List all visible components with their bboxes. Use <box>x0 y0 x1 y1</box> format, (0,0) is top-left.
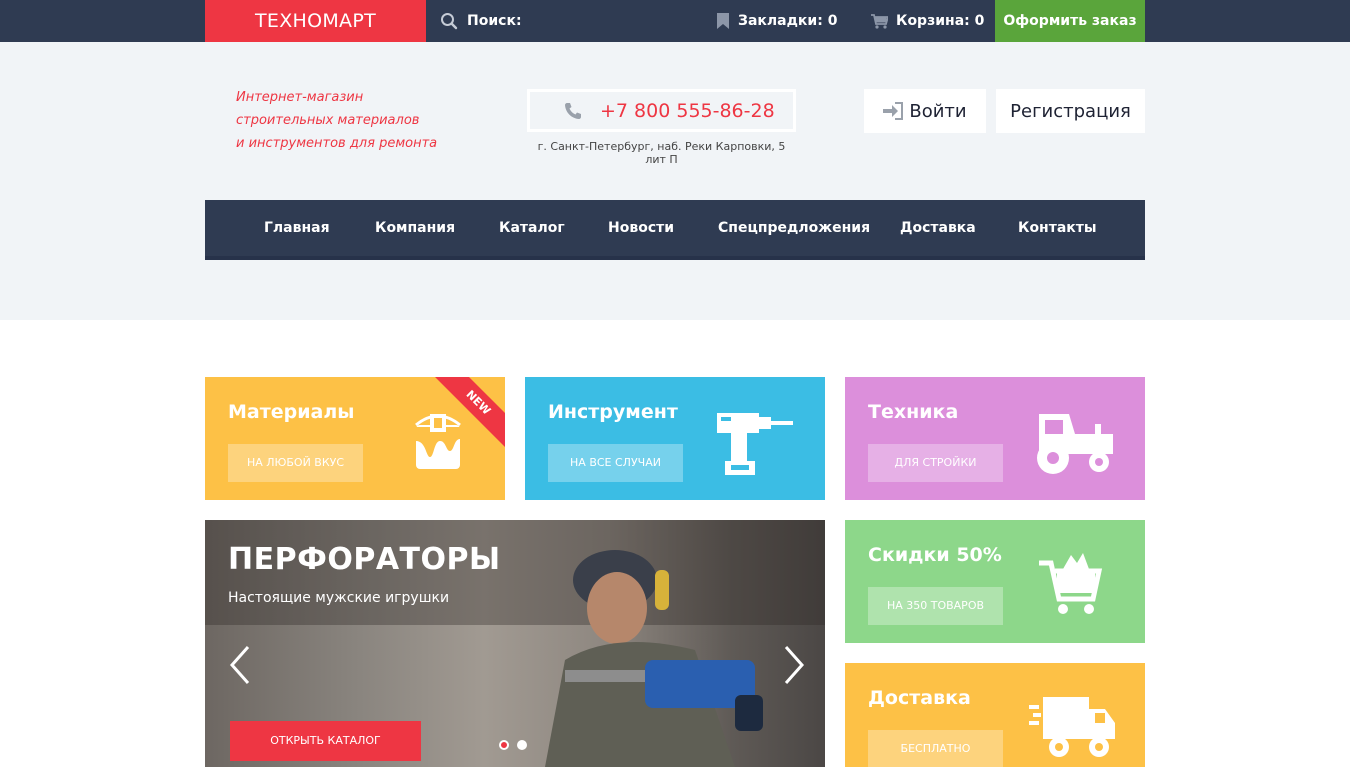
search-label: Поиск: <box>467 13 522 29</box>
tile-button[interactable]: БЕСПЛАТНО <box>868 730 1003 767</box>
tile-button[interactable]: ДЛЯ СТРОЙКИ <box>868 444 1003 482</box>
site-logo[interactable]: ТЕХНОМАРТ <box>205 0 426 46</box>
register-button[interactable]: Регистрация <box>996 89 1145 133</box>
search-icon <box>441 13 458 30</box>
cart-link[interactable]: Корзина: 0 <box>871 0 984 42</box>
tile-button[interactable]: НА ВСЕ СЛУЧАИ <box>548 444 683 482</box>
cart-label: Корзина: 0 <box>896 13 985 29</box>
bookmark-icon <box>717 13 729 29</box>
open-catalog-button[interactable]: ОТКРЫТЬ КАТАЛОГ <box>230 721 421 761</box>
tile-title: Доставка <box>868 687 971 709</box>
bookmarks-link[interactable]: Закладки: 0 <box>716 0 837 42</box>
slider-next-arrow-icon[interactable] <box>782 645 806 685</box>
nav-item-company[interactable]: Компания <box>375 220 455 236</box>
drill-icon <box>717 413 793 475</box>
site-tagline: Интернет-магазин строительных материалов… <box>236 86 486 155</box>
phone-number: +7 800 555-86-28 <box>600 99 775 122</box>
nav-item-news[interactable]: Новости <box>608 220 674 236</box>
tile-tools[interactable]: Инструмент НА ВСЕ СЛУЧАИ <box>525 377 825 500</box>
cart-icon <box>871 13 888 29</box>
phone-box[interactable]: +7 800 555-86-28 <box>527 89 796 132</box>
checkout-button[interactable]: Оформить заказ <box>995 0 1145 42</box>
paint-bucket-icon <box>415 414 461 469</box>
tile-button[interactable]: НА ЛЮБОЙ ВКУС <box>228 444 363 482</box>
slider-title: ПЕРФОРАТОРЫ <box>228 542 501 577</box>
tile-delivery[interactable]: Доставка БЕСПЛАТНО <box>845 663 1145 767</box>
tile-title: Инструмент <box>548 401 678 423</box>
shopping-cart-icon <box>1039 553 1103 614</box>
nav-item-catalog[interactable]: Каталог <box>499 220 565 236</box>
tile-title: Техника <box>868 401 959 423</box>
slider-prev-arrow-icon[interactable] <box>228 645 252 685</box>
tractor-icon <box>1037 414 1113 474</box>
tile-discounts[interactable]: Скидки 50% НА 350 ТОВАРОВ <box>845 520 1145 643</box>
phone-icon <box>565 102 581 119</box>
nav-item-home[interactable]: Главная <box>264 220 330 236</box>
slider-dots <box>499 740 527 750</box>
top-bar <box>0 0 1350 42</box>
main-nav: Главная Компания Каталог Новости Спецпре… <box>205 200 1145 260</box>
login-icon <box>883 102 904 120</box>
nav-item-contacts[interactable]: Контакты <box>1018 220 1097 236</box>
tagline-line: Интернет-магазин <box>236 90 364 105</box>
login-label: Войти <box>909 100 967 122</box>
search-field[interactable]: Поиск: <box>440 0 522 42</box>
promo-slider: ПЕРФОРАТОРЫ Настоящие мужские игрушки ОТ… <box>205 520 825 767</box>
tile-machinery[interactable]: Техника ДЛЯ СТРОЙКИ <box>845 377 1145 500</box>
store-address: г. Санкт-Петербург, наб. Реки Карповки, … <box>537 140 786 166</box>
tile-title: Материалы <box>228 401 355 423</box>
nav-item-special-offers[interactable]: Спецпредложения <box>718 220 870 236</box>
delivery-truck-icon <box>1029 697 1115 757</box>
slider-subtitle: Настоящие мужские игрушки <box>228 590 450 606</box>
tile-title: Скидки 50% <box>868 544 1002 566</box>
tagline-line: и инструментов для ремонта <box>236 136 438 151</box>
slider-dot[interactable] <box>517 740 527 750</box>
header-band <box>0 42 1350 320</box>
tile-materials[interactable]: Материалы НА ЛЮБОЙ ВКУС NEW <box>205 377 505 500</box>
nav-item-delivery[interactable]: Доставка <box>900 220 976 236</box>
slide-illustration <box>545 550 763 767</box>
tile-button[interactable]: НА 350 ТОВАРОВ <box>868 587 1003 625</box>
login-button[interactable]: Войти <box>864 89 986 133</box>
slider-dot[interactable] <box>499 740 509 750</box>
bookmarks-label: Закладки: 0 <box>738 13 838 29</box>
tagline-line: строительных материалов <box>236 113 420 128</box>
